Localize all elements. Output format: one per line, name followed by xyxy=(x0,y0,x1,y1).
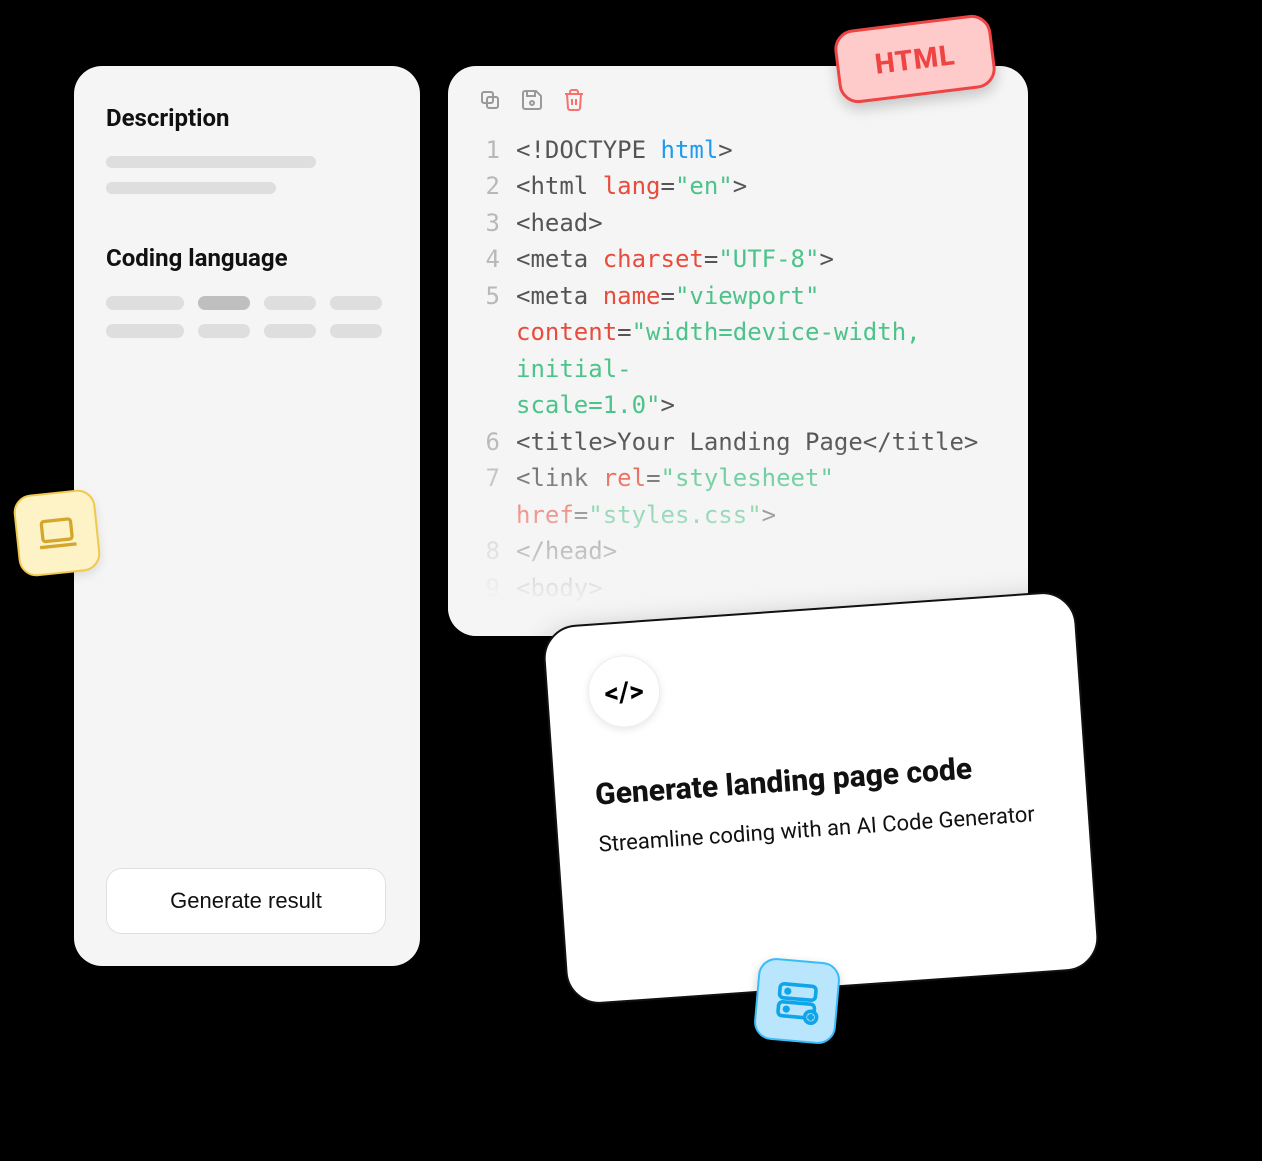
code-line: href="styles.css"> xyxy=(476,497,1000,533)
code-content: <!DOCTYPE html> xyxy=(516,132,1000,168)
language-options-row xyxy=(106,324,388,338)
code-line: 7 <link rel="stylesheet" xyxy=(476,460,1000,496)
line-number: 7 xyxy=(476,460,516,496)
line-number: 2 xyxy=(476,168,516,204)
code-line: 2<html lang="en"> xyxy=(476,168,1000,204)
language-option[interactable] xyxy=(106,324,184,338)
code-line: scale=1.0"> xyxy=(476,387,1000,423)
code-line: 1<!DOCTYPE html> xyxy=(476,132,1000,168)
placeholder-line xyxy=(106,182,276,194)
language-option[interactable] xyxy=(330,296,382,310)
code-content: </head> xyxy=(516,533,1000,569)
code-area: 1<!DOCTYPE html>2<html lang="en">3<head>… xyxy=(476,132,1000,606)
code-content: <html lang="en"> xyxy=(516,168,1000,204)
code-content: scale=1.0"> xyxy=(516,387,1000,423)
code-content: <link rel="stylesheet" xyxy=(516,460,1000,496)
line-number xyxy=(476,314,516,387)
feature-card[interactable]: </> Generate landing page code Streamlin… xyxy=(541,590,1100,1006)
line-number: 9 xyxy=(476,570,516,606)
language-option[interactable] xyxy=(106,296,184,310)
line-number xyxy=(476,387,516,423)
code-content: <meta name="viewport" xyxy=(516,278,1000,314)
save-button[interactable] xyxy=(518,86,546,114)
generate-result-button[interactable]: Generate result xyxy=(106,868,386,934)
language-option-selected[interactable] xyxy=(198,296,250,310)
line-number: 1 xyxy=(476,132,516,168)
line-number xyxy=(476,497,516,533)
language-option[interactable] xyxy=(264,296,316,310)
server-icon xyxy=(753,957,842,1046)
code-line: 5 <meta name="viewport" xyxy=(476,278,1000,314)
description-title: Description xyxy=(106,104,388,132)
code-content: <head> xyxy=(516,205,1000,241)
code-line: 4 <meta charset="UTF-8"> xyxy=(476,241,1000,277)
code-icon: </> xyxy=(586,653,663,730)
laptop-icon xyxy=(12,488,102,578)
input-panel: Description Coding language Generate res… xyxy=(74,66,420,966)
language-options-row xyxy=(106,296,388,310)
code-line: 3<head> xyxy=(476,205,1000,241)
code-output-panel: 1<!DOCTYPE html>2<html lang="en">3<head>… xyxy=(448,66,1028,636)
code-line: 6 <title>Your Landing Page</title> xyxy=(476,424,1000,460)
code-line: content="width=device-width, initial- xyxy=(476,314,1000,387)
line-number: 5 xyxy=(476,278,516,314)
line-number: 8 xyxy=(476,533,516,569)
line-number: 6 xyxy=(476,424,516,460)
code-icon-glyph: </> xyxy=(603,674,644,710)
code-content: content="width=device-width, initial- xyxy=(516,314,1000,387)
language-title: Coding language xyxy=(106,244,388,272)
code-content: href="styles.css"> xyxy=(516,497,1000,533)
language-option[interactable] xyxy=(198,324,250,338)
placeholder-line xyxy=(106,156,316,168)
copy-button[interactable] xyxy=(476,86,504,114)
line-number: 3 xyxy=(476,205,516,241)
code-line: 8</head> xyxy=(476,533,1000,569)
line-number: 4 xyxy=(476,241,516,277)
language-option[interactable] xyxy=(330,324,382,338)
code-content: <meta charset="UTF-8"> xyxy=(516,241,1000,277)
code-content: <title>Your Landing Page</title> xyxy=(516,424,1000,460)
delete-button[interactable] xyxy=(560,86,588,114)
language-option[interactable] xyxy=(264,324,316,338)
